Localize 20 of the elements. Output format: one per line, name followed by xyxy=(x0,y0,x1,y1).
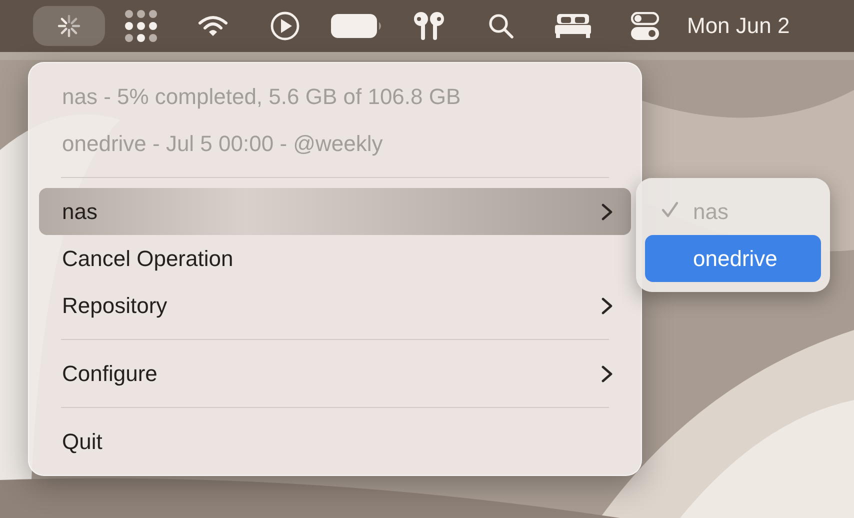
toggles-icon xyxy=(631,12,659,40)
play-icon xyxy=(270,11,300,41)
chevron-icon xyxy=(601,296,613,314)
menu-item[interactable]: Quit xyxy=(39,418,631,465)
submenu-item[interactable]: onedrive xyxy=(645,235,821,282)
chevron-icon xyxy=(601,202,613,220)
menu-item[interactable]: nas xyxy=(39,188,631,235)
menu-bar-clock[interactable]: Mon Jun 2 xyxy=(687,13,790,39)
search-icon xyxy=(488,13,514,39)
earbuds-icon xyxy=(412,11,446,41)
menu-item[interactable]: Repository xyxy=(39,282,631,329)
menu-item[interactable]: Configure xyxy=(39,350,631,397)
dots-grid-icon xyxy=(124,9,158,43)
spinner-icon xyxy=(56,13,82,39)
menu-bar-item[interactable] xyxy=(33,6,105,46)
chevron-icon xyxy=(601,364,613,382)
bed-icon xyxy=(555,14,591,38)
battery-icon xyxy=(331,13,383,39)
wifi-icon xyxy=(197,14,229,38)
menu-item[interactable]: Cancel Operation xyxy=(39,235,631,282)
